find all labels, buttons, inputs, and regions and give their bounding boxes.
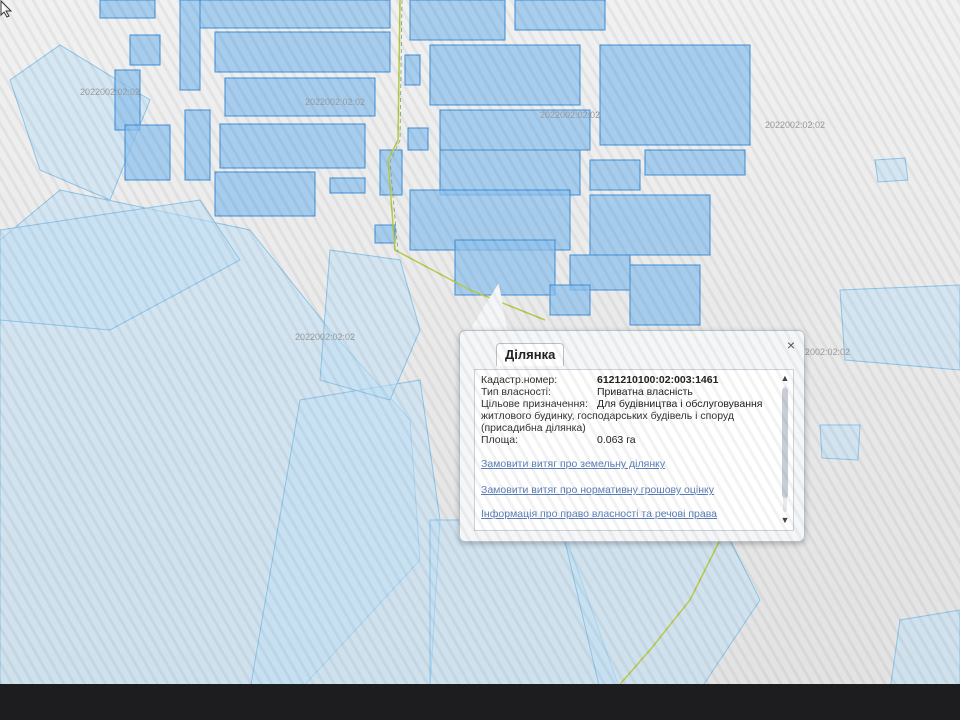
- quarter-label: 2022002:02:02: [305, 97, 365, 107]
- area-value: 0.063 га: [597, 434, 636, 446]
- parcel-info-popup: × Ділянка Кадастр.номер: 6121210100:02:0…: [459, 330, 805, 542]
- close-icon[interactable]: ×: [784, 338, 798, 352]
- cadastral-number-label: Кадастр.номер:: [481, 374, 558, 386]
- quarter-label: 2022002:02:02: [295, 332, 355, 342]
- mouse-pointer-icon: [0, 0, 12, 18]
- area-label: Площа:: [481, 434, 519, 446]
- scrollbar-thumb[interactable]: [782, 388, 788, 498]
- order-valuation-extract-link[interactable]: Замовити витяг про нормативну грошову оц…: [481, 484, 714, 496]
- ownership-info-link[interactable]: Інформація про право власності та речові…: [481, 508, 717, 520]
- monitor-bezel: [0, 684, 960, 720]
- chevron-up-icon[interactable]: ▲: [779, 372, 791, 384]
- quarter-label: 2022002:02:02: [540, 110, 600, 120]
- popup-scrollbar[interactable]: ▲ ▼: [779, 372, 791, 526]
- ownership-type-label: Тип власності:: [481, 386, 551, 398]
- purpose-value: Для будівництва і обслуговування: [597, 398, 763, 410]
- popup-content[interactable]: Кадастр.номер: 6121210100:02:003:1461 Ти…: [474, 369, 794, 531]
- chevron-down-icon[interactable]: ▼: [779, 514, 791, 526]
- tab-parcel[interactable]: Ділянка: [496, 343, 565, 366]
- purpose-value-line2: житлового будинку, господарських будівел…: [481, 410, 734, 422]
- ownership-type-value: Приватна власність: [597, 386, 693, 398]
- cadastral-map[interactable]: 2022002:02:02 2022002:02:02 2022002:02:0…: [0, 0, 960, 720]
- purpose-label: Цільове призначення:: [481, 398, 588, 410]
- purpose-value-line3: (присадибна ділянка): [481, 422, 586, 434]
- quarter-label: 2022002:02:02: [80, 87, 140, 97]
- order-parcel-extract-link[interactable]: Замовити витяг про земельну ділянку: [481, 458, 665, 470]
- cadastral-number-value: 6121210100:02:003:1461: [597, 374, 719, 386]
- quarter-label: 2022002:02:02: [765, 120, 825, 130]
